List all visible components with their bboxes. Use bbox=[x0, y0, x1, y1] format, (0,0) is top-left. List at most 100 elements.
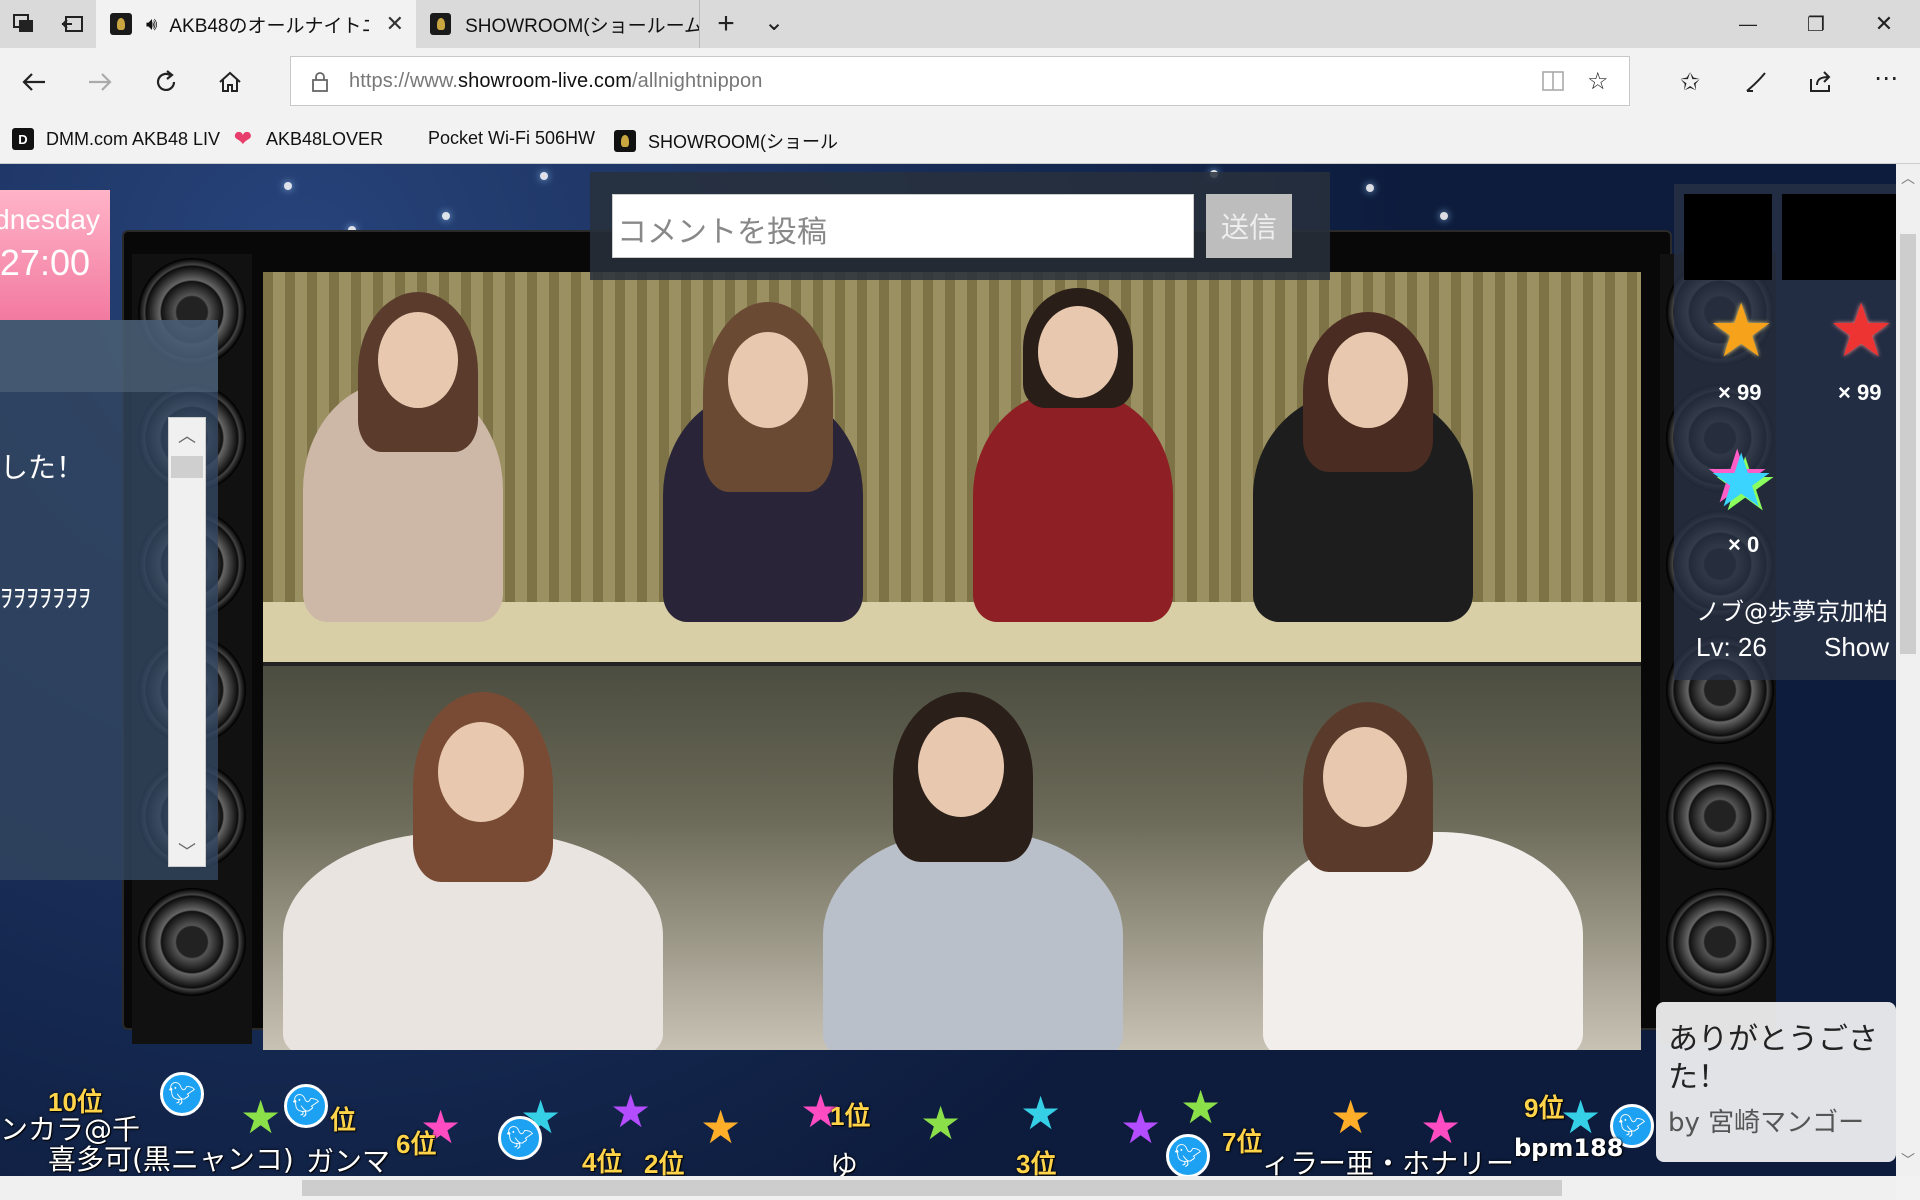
twitter-icon[interactable]: 🐦︎ bbox=[1166, 1134, 1210, 1176]
more-menu-icon[interactable]: ⋯ bbox=[1870, 62, 1902, 94]
rainbow-star-icon[interactable]: ★ bbox=[1708, 444, 1774, 518]
performer-head bbox=[918, 717, 1004, 817]
new-tab-button[interactable]: + bbox=[710, 7, 742, 40]
close-tab-icon[interactable]: ✕ bbox=[386, 11, 404, 37]
tab-actions-icon[interactable] bbox=[10, 12, 38, 36]
red-star-icon[interactable]: ★ bbox=[1828, 294, 1894, 368]
sky-star bbox=[540, 172, 548, 180]
url-prefix: https://www. bbox=[349, 70, 459, 92]
rank-label: 3位 bbox=[1016, 1149, 1057, 1176]
minimize-button[interactable]: — bbox=[1730, 10, 1766, 38]
star-decoration-icon: ★ bbox=[1330, 1091, 1372, 1143]
set-aside-tabs-icon[interactable] bbox=[58, 12, 86, 36]
refresh-icon[interactable] bbox=[150, 66, 182, 98]
comment-scroll-thumb[interactable] bbox=[171, 456, 203, 478]
lock-icon bbox=[311, 71, 329, 98]
home-icon[interactable] bbox=[214, 66, 246, 98]
navigation-toolbar: https://www.showroom-live.com/allnightni… bbox=[0, 48, 1920, 116]
rank-label: 1位 bbox=[830, 1101, 871, 1131]
performer-figure bbox=[973, 392, 1173, 622]
performer-head bbox=[438, 722, 524, 822]
gift-slot[interactable] bbox=[1684, 194, 1772, 280]
viewer-level: Lv: 26 bbox=[1696, 632, 1767, 662]
thanks-author: by 宮崎マンゴー bbox=[1668, 1108, 1865, 1138]
restore-button[interactable]: ❐ bbox=[1798, 10, 1834, 38]
url-domain: showroom-live.com bbox=[458, 70, 632, 92]
showroom-favicon bbox=[110, 13, 132, 35]
rank-label: 7位 bbox=[1222, 1127, 1263, 1157]
forward-arrow-icon[interactable] bbox=[84, 66, 116, 98]
rank-label: 9位 bbox=[1524, 1093, 1565, 1123]
address-bar[interactable]: https://www.showroom-live.com/allnightni… bbox=[290, 56, 1630, 106]
thanks-text: た！ bbox=[1668, 1060, 1728, 1095]
scroll-up-chevron-icon[interactable]: ︿ bbox=[169, 422, 205, 448]
speaker-icon[interactable]: 🔊︎ bbox=[146, 14, 157, 35]
rank-label: 2位 bbox=[644, 1149, 685, 1176]
performer-head bbox=[728, 332, 808, 428]
star-decoration-icon: ★ bbox=[700, 1101, 742, 1153]
tab-title: AKB48のオールナイトニ bbox=[169, 15, 370, 37]
rank-label: 6位 bbox=[396, 1129, 437, 1159]
star-decoration-icon: ★ bbox=[1180, 1081, 1222, 1133]
bookmark-label: DMM.com AKB48 LIV bbox=[46, 128, 221, 149]
page-hscroll-thumb[interactable] bbox=[302, 1180, 1562, 1196]
live-video[interactable] bbox=[263, 272, 1641, 1050]
rank-name: 喜多可(黒ニャンコ) bbox=[48, 1143, 294, 1176]
comment-scrollbar[interactable]: ︿ ﹀ bbox=[168, 417, 206, 867]
twitter-icon[interactable]: 🐦︎ bbox=[160, 1072, 204, 1116]
viewer-show-label: Show bbox=[1824, 632, 1890, 662]
performer-head bbox=[378, 312, 458, 408]
url-path: /allnightnippon bbox=[631, 70, 763, 92]
scroll-up-chevron-icon[interactable]: ︿ bbox=[1896, 168, 1920, 188]
gift-slot[interactable] bbox=[1782, 194, 1896, 280]
favorites-hub-icon[interactable]: ✩ bbox=[1674, 66, 1706, 98]
page-horizontal-scrollbar[interactable] bbox=[0, 1176, 1896, 1200]
ranking-strip: ★ ★ ★ ★ ★ ★ ★ ★ ★ ★ ★ ★ ★ 🐦︎ 🐦︎ 🐦︎ 🐦︎ 🐦︎… bbox=[0, 1064, 1660, 1176]
tab-bar: 🔊︎ AKB48のオールナイトニ ✕ SHOWROOM(ショールーム) + ⌄ … bbox=[0, 0, 1920, 48]
sky-star bbox=[284, 182, 292, 190]
speaker-icon bbox=[1666, 888, 1774, 996]
gift-count: × 99 bbox=[1838, 380, 1882, 405]
bookmark-label: SHOWROOM(ショール bbox=[648, 132, 838, 152]
rank-label: 4位 bbox=[582, 1147, 623, 1176]
dmm-icon: D bbox=[12, 128, 34, 150]
schedule-time: 27:00 bbox=[0, 242, 90, 283]
bookmark-label: AKB48LOVER bbox=[266, 128, 384, 149]
star-decoration-icon: ★ bbox=[1120, 1101, 1162, 1153]
bookmark-dmm[interactable]: D DMM.com AKB48 LIV bbox=[12, 128, 220, 150]
gold-star-icon[interactable]: ★ bbox=[1708, 294, 1774, 368]
favorite-star-icon[interactable]: ☆ bbox=[1587, 67, 1609, 96]
rank-name: ガンマ bbox=[306, 1145, 391, 1176]
send-button[interactable]: 送信 bbox=[1206, 194, 1292, 258]
twitter-icon[interactable]: 🐦︎ bbox=[498, 1116, 542, 1160]
pen-icon[interactable] bbox=[1740, 66, 1772, 98]
window-close-button[interactable]: ✕ bbox=[1866, 10, 1902, 38]
back-arrow-icon[interactable] bbox=[18, 66, 50, 98]
comment-input[interactable]: コメントを投稿 bbox=[612, 194, 1194, 258]
scroll-down-chevron-icon[interactable]: ﹀ bbox=[169, 838, 205, 864]
rank-label: 位 bbox=[330, 1105, 357, 1135]
tab-akb48-allnightnippon[interactable]: 🔊︎ AKB48のオールナイトニ ✕ bbox=[96, 0, 416, 48]
star-decoration-icon: ★ bbox=[240, 1091, 282, 1143]
page-scroll-thumb[interactable] bbox=[1900, 234, 1916, 654]
rank-name: bpm188 bbox=[1514, 1134, 1624, 1162]
bookmark-showroom[interactable]: SHOWROOM(ショール bbox=[614, 128, 838, 154]
comment-text: した！ bbox=[0, 451, 85, 484]
tab-list-chevron-icon[interactable]: ⌄ bbox=[758, 8, 790, 36]
performer-head bbox=[1323, 727, 1407, 827]
share-icon[interactable] bbox=[1804, 66, 1836, 98]
scroll-down-chevron-icon[interactable]: ﹀ bbox=[1896, 1150, 1920, 1170]
twitter-icon[interactable]: 🐦︎ bbox=[284, 1084, 328, 1128]
rank-name: ゆ bbox=[830, 1149, 859, 1176]
gift-panel: ★ × 99 ★ × 99 ★ × 0 ノブ@歩夢京加柏 Lv: 26 Show bbox=[1674, 184, 1896, 680]
schedule-badge: dnesday 27:00 bbox=[0, 190, 110, 320]
tab-showroom[interactable]: SHOWROOM(ショールーム) bbox=[416, 0, 700, 48]
reading-view-icon[interactable] bbox=[1541, 69, 1565, 98]
page-vertical-scrollbar[interactable]: ︿ ﹀ bbox=[1896, 164, 1920, 1176]
bookmark-akb48lover[interactable]: ❤ AKB48LOVER bbox=[232, 126, 384, 151]
showroom-icon bbox=[614, 130, 636, 152]
bookmark-pocket-wifi[interactable]: Pocket Wi-Fi 506HW bbox=[428, 128, 595, 149]
speaker-icon bbox=[138, 888, 246, 996]
sky-star bbox=[1366, 184, 1374, 192]
heart-icon: ❤ bbox=[233, 126, 253, 151]
